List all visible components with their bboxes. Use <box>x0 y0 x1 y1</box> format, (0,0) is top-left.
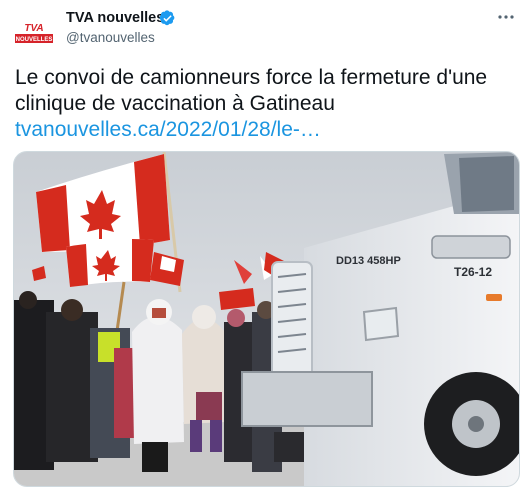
tva-logo-icon: TVA NOUVELLES <box>15 23 53 43</box>
convoy-photo-illustration: DD13 458HP T26-12 <box>14 152 519 486</box>
tweet-card: TVA NOUVELLES TVA nouvelles @tvanouvelle… <box>0 0 529 492</box>
avatar[interactable]: TVA NOUVELLES <box>12 10 56 54</box>
avatar-logo-bottom: NOUVELLES <box>16 37 53 43</box>
tweet-text-line-2: clinique de vaccination à Gatineau <box>15 92 335 115</box>
tweet-text-line-1: Le convoi de camionneurs force la fermet… <box>15 66 488 89</box>
display-name[interactable]: TVA nouvelles <box>66 10 164 26</box>
truck-plate: DD13 458HP <box>336 255 401 267</box>
avatar-logo-top: TVA <box>24 23 43 34</box>
tweet-text: Le convoi de camionneurs force la fermet… <box>15 65 515 143</box>
canada-flag-second <box>66 239 154 287</box>
article-link[interactable]: tvanouvelles.ca/2022/01/28/le-… <box>15 117 515 143</box>
more-dots-icon <box>498 15 514 19</box>
more-options-icon[interactable] <box>493 6 519 28</box>
account-handle[interactable]: @tvanouvelles <box>66 30 155 45</box>
verified-badge-icon <box>159 10 175 26</box>
tweet-photo[interactable]: DD13 458HP T26-12 <box>13 151 520 487</box>
truck-number: T26-12 <box>454 265 492 279</box>
